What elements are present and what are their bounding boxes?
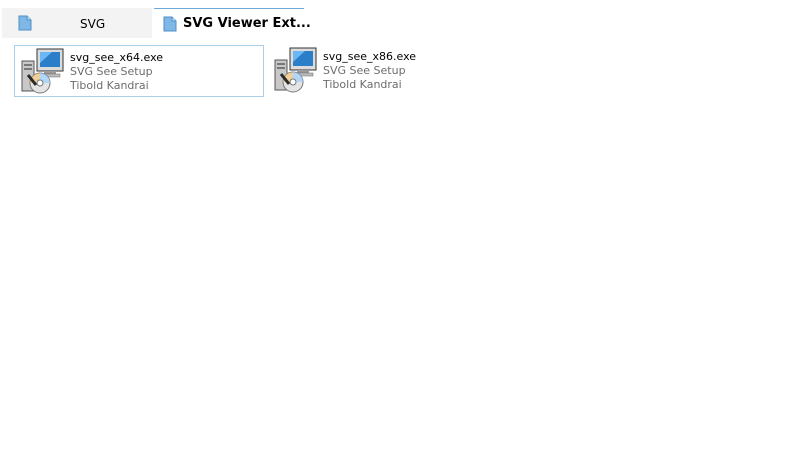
file-item-svg-see-x86[interactable]: svg_see_x86.exe SVG See Setup Tibold Kan… [268,45,518,97]
tab-svg-viewer-extension[interactable]: SVG Viewer Ext... [154,8,311,39]
file-author: Tibold Kandrai [323,78,402,91]
installer-icon [21,48,64,94]
file-name: svg_see_x86.exe [323,50,417,63]
file-description: SVG See Setup [70,65,153,78]
tab-bar: SVG SVG Viewer Ext... [0,0,800,39]
file-details: svg_see_x86.exe SVG See Setup Tibold Kan… [323,50,416,92]
tab-svg[interactable]: SVG [2,8,152,38]
tab-label: SVG Viewer Ext... [183,16,311,31]
installer-icon [274,47,317,93]
folder-icon [163,16,177,32]
folder-icon [18,15,32,31]
file-details: svg_see_x64.exe SVG See Setup Tibold Kan… [70,51,163,93]
tab-label: SVG [80,17,106,31]
file-item-svg-see-x64[interactable]: svg_see_x64.exe SVG See Setup Tibold Kan… [14,45,264,97]
file-description: SVG See Setup [323,64,406,77]
file-author: Tibold Kandrai [70,79,149,92]
file-name: svg_see_x64.exe [70,51,164,64]
